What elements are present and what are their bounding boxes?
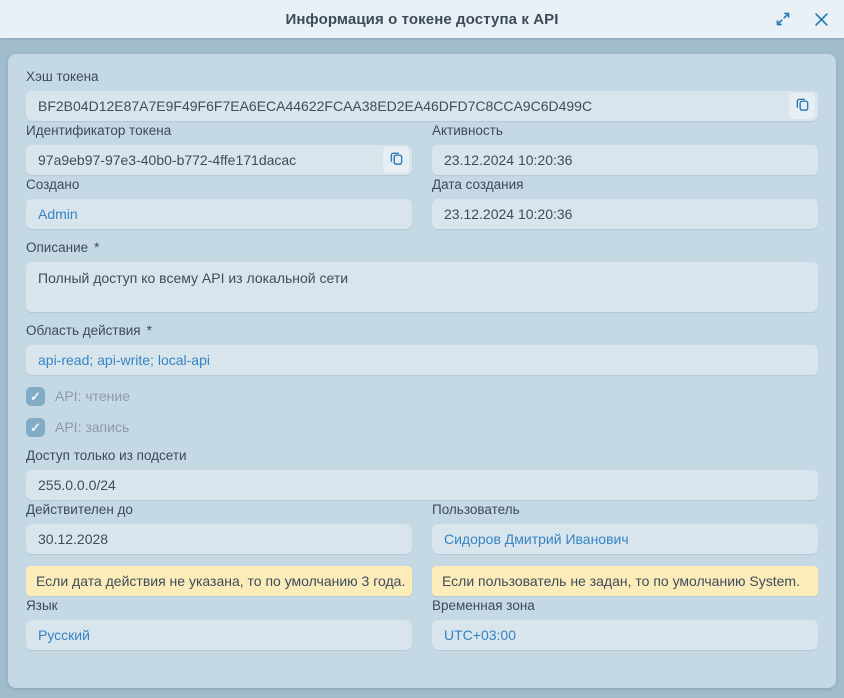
user-label: Пользователь [432, 502, 818, 518]
scope-label-text: Область действия [26, 323, 141, 338]
subnet-label: Доступ только из подсети [26, 448, 818, 464]
timezone-value[interactable]: UTC+03:00 [444, 627, 516, 643]
subnet-field[interactable]: 255.0.0.0/24 [26, 470, 818, 500]
token-id-group: Идентификатор токена 97a9eb97-97e3-40b0-… [26, 121, 412, 175]
valid-until-label: Действителен до [26, 502, 412, 518]
row-hints: Если дата действия не указана, то по умо… [26, 554, 818, 596]
description-value: Полный доступ ко всему API из локальной … [38, 270, 348, 286]
row-token-id-activity: Идентификатор токена 97a9eb97-97e3-40b0-… [26, 121, 818, 175]
token-hash-field[interactable]: BF2B04D12E87A7E9F49F6F7EA6ECA44622FCAA38… [26, 91, 818, 121]
token-id-field[interactable]: 97a9eb97-97e3-40b0-b772-4ffe171dacac [26, 145, 412, 175]
language-group: Язык Русский [26, 596, 412, 650]
expand-icon [775, 11, 791, 27]
expand-button[interactable] [774, 10, 792, 28]
description-label: Описание * [26, 240, 818, 256]
close-button[interactable] [812, 10, 830, 28]
valid-until-hint: Если дата действия не указана, то по умо… [26, 566, 412, 596]
dialog-body: Хэш токена BF2B04D12E87A7E9F49F6F7EA6ECA… [8, 54, 836, 688]
api-read-checkbox-label: API: чтение [55, 388, 130, 404]
token-hash-label: Хэш токена [26, 69, 818, 85]
api-write-checkbox-label: API: запись [55, 419, 129, 435]
created-by-value[interactable]: Admin [38, 206, 78, 222]
scope-field[interactable]: api-read; api-write; local-api [26, 345, 818, 375]
copy-token-hash-button[interactable] [789, 93, 815, 119]
scope-value: api-read; api-write; local-api [38, 352, 210, 368]
language-field[interactable]: Русский [26, 620, 412, 650]
token-info-dialog: Информация о токене доступа к API [0, 0, 844, 698]
copy-token-id-button[interactable] [383, 147, 409, 173]
created-by-label: Создано [26, 177, 412, 193]
api-write-checkbox[interactable]: ✓ [26, 418, 45, 437]
check-icon: ✓ [30, 421, 41, 434]
created-by-group: Создано Admin [26, 175, 412, 229]
row-valid-until-user: Действителен до 30.12.2028 Пользователь … [26, 500, 818, 554]
valid-until-field[interactable]: 30.12.2028 [26, 524, 412, 554]
required-asterisk: * [94, 240, 99, 255]
activity-group: Активность 23.12.2024 10:20:36 [432, 121, 818, 175]
subnet-value: 255.0.0.0/24 [38, 477, 116, 493]
token-hash-value: BF2B04D12E87A7E9F49F6F7EA6ECA44622FCAA38… [38, 98, 592, 114]
check-icon: ✓ [30, 390, 41, 403]
valid-until-group: Действителен до 30.12.2028 [26, 500, 412, 554]
activity-label: Активность [432, 123, 818, 139]
token-id-label: Идентификатор токена [26, 123, 412, 139]
user-group: Пользователь Сидоров Дмитрий Иванович [432, 500, 818, 554]
row-created-by-date: Создано Admin Дата создания 23.12.2024 1… [26, 175, 818, 229]
description-label-text: Описание [26, 240, 88, 255]
activity-field[interactable]: 23.12.2024 10:20:36 [432, 145, 818, 175]
api-read-checkbox[interactable]: ✓ [26, 387, 45, 406]
row-language-timezone: Язык Русский Временная зона UTC+03:00 [26, 596, 818, 650]
checkbox-row-api-write: ✓ API: запись [26, 417, 818, 437]
dialog-header-actions [774, 0, 830, 38]
description-field[interactable]: Полный доступ ко всему API из локальной … [26, 262, 818, 312]
user-hint: Если пользователь не задан, то по умолча… [432, 566, 818, 596]
creation-date-group: Дата создания 23.12.2024 10:20:36 [432, 175, 818, 229]
copy-icon [795, 97, 810, 115]
timezone-field[interactable]: UTC+03:00 [432, 620, 818, 650]
token-id-value: 97a9eb97-97e3-40b0-b772-4ffe171dacac [38, 152, 296, 168]
checkbox-row-api-read: ✓ API: чтение [26, 386, 818, 406]
creation-date-value: 23.12.2024 10:20:36 [444, 206, 572, 222]
language-label: Язык [26, 598, 412, 614]
user-field[interactable]: Сидоров Дмитрий Иванович [432, 524, 818, 554]
creation-date-field[interactable]: 23.12.2024 10:20:36 [432, 199, 818, 229]
copy-icon [389, 151, 404, 169]
required-asterisk: * [147, 323, 152, 338]
created-by-field[interactable]: Admin [26, 199, 412, 229]
language-value[interactable]: Русский [38, 627, 90, 643]
user-value[interactable]: Сидоров Дмитрий Иванович [444, 531, 629, 547]
close-icon [814, 12, 829, 27]
dialog-header: Информация о токене доступа к API [0, 0, 844, 38]
timezone-group: Временная зона UTC+03:00 [432, 596, 818, 650]
dialog-title: Информация о токене доступа к API [286, 11, 559, 28]
valid-until-value: 30.12.2028 [38, 531, 108, 547]
timezone-label: Временная зона [432, 598, 818, 614]
activity-value: 23.12.2024 10:20:36 [444, 152, 572, 168]
scope-label: Область действия * [26, 323, 818, 339]
creation-date-label: Дата создания [432, 177, 818, 193]
